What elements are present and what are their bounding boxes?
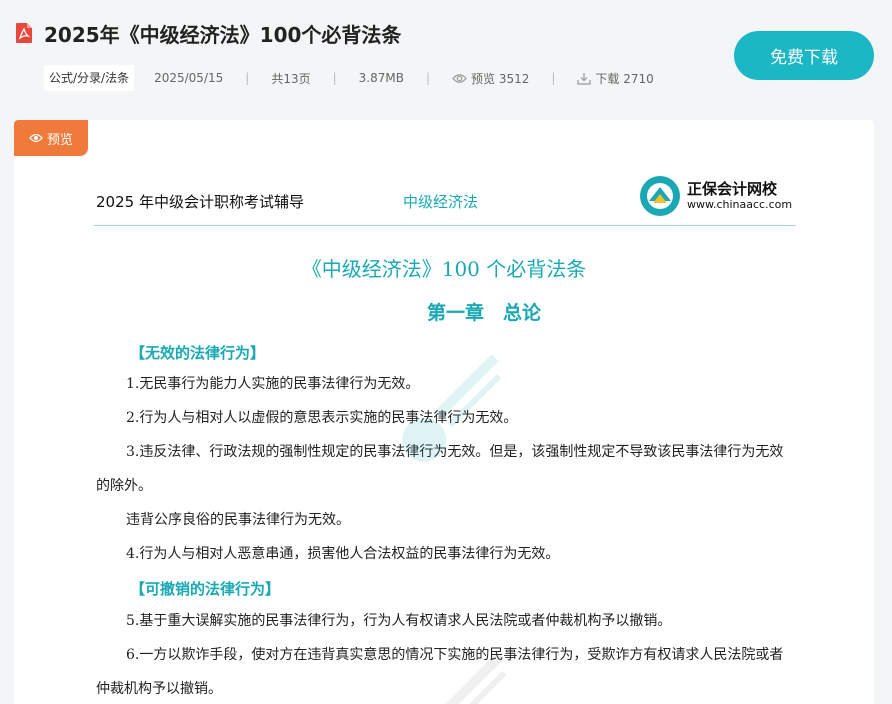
download-count-label: 下载 2710 <box>595 70 653 87</box>
section-title: 【无效的法律行为】 <box>130 342 265 363</box>
law-item: 4.行为人与相对人恶意串通，损害他人合法权益的民事法律行为无效。 <box>96 537 796 571</box>
eye-icon <box>29 133 43 143</box>
page-count: 共13页 <box>271 70 310 87</box>
page-header-subject: 中级经济法 <box>403 191 478 212</box>
meta-divider: | <box>333 71 337 85</box>
meta-divider: | <box>426 71 430 85</box>
law-item: 3.违反法律、行政法规的强制性规定的民事法律行为无效。但是，该强制性规定不导致该… <box>96 435 796 503</box>
preview-tag: 预览 <box>14 120 88 156</box>
logo-url: www.chinaacc.com <box>687 198 792 211</box>
document-header: 2025年《中级经济法》100个必背法条 公式/分录/法条 2025/05/15… <box>0 0 892 105</box>
page-header-left: 2025 年中级会计职称考试辅导 <box>96 191 304 212</box>
law-item: 5.基于重大误解实施的民事法律行为，行为人有权请求人民法院或者仲裁机构予以撤销。 <box>96 604 796 638</box>
view-count-label: 预览 3512 <box>471 70 529 87</box>
eye-icon <box>452 73 467 84</box>
category-tag[interactable]: 公式/分录/法条 <box>44 65 134 91</box>
logo-name: 正保会计网校 <box>687 178 777 199</box>
document-preview[interactable]: 预览 2025 年中级会计职称考试辅导 中级经济法 正保会计网校 www.chi… <box>14 120 874 704</box>
document-main-title: 《中级经济法》100 个必背法条 <box>14 253 874 282</box>
page-header: 2025 年中级会计职称考试辅导 中级经济法 正保会计网校 www.chinaa… <box>94 176 796 226</box>
law-item: 6.一方以欺诈手段，使对方在违背真实意思的情况下实施的民事法律行为，受欺诈方有权… <box>96 638 796 704</box>
preview-tag-label: 预览 <box>47 129 73 148</box>
document-meta: 公式/分录/法条 2025/05/15 | 共13页 | 3.87MB | 预览… <box>44 65 654 91</box>
view-count: 预览 3512 <box>452 70 529 87</box>
download-icon <box>577 72 591 85</box>
meta-divider: | <box>551 71 555 85</box>
law-item: 2.行为人与相对人以虚假的意思表示实施的民事法律行为无效。 <box>96 401 796 435</box>
document-title: 2025年《中级经济法》100个必背法条 <box>44 19 401 48</box>
section-title: 【可撤销的法律行为】 <box>130 578 280 599</box>
free-download-button[interactable]: 免费下载 <box>734 31 874 80</box>
download-count: 下载 2710 <box>577 70 653 87</box>
meta-divider: | <box>245 71 249 85</box>
law-item: 违背公序良俗的民事法律行为无效。 <box>96 503 796 537</box>
file-size: 3.87MB <box>359 71 404 85</box>
law-item: 1.无民事行为能力人实施的民事法律行为无效。 <box>96 367 796 401</box>
pdf-icon <box>14 22 34 44</box>
chapter-title: 第一章 总论 <box>14 298 874 325</box>
publish-date: 2025/05/15 <box>154 71 223 85</box>
chinaacc-logo-icon <box>640 176 680 216</box>
